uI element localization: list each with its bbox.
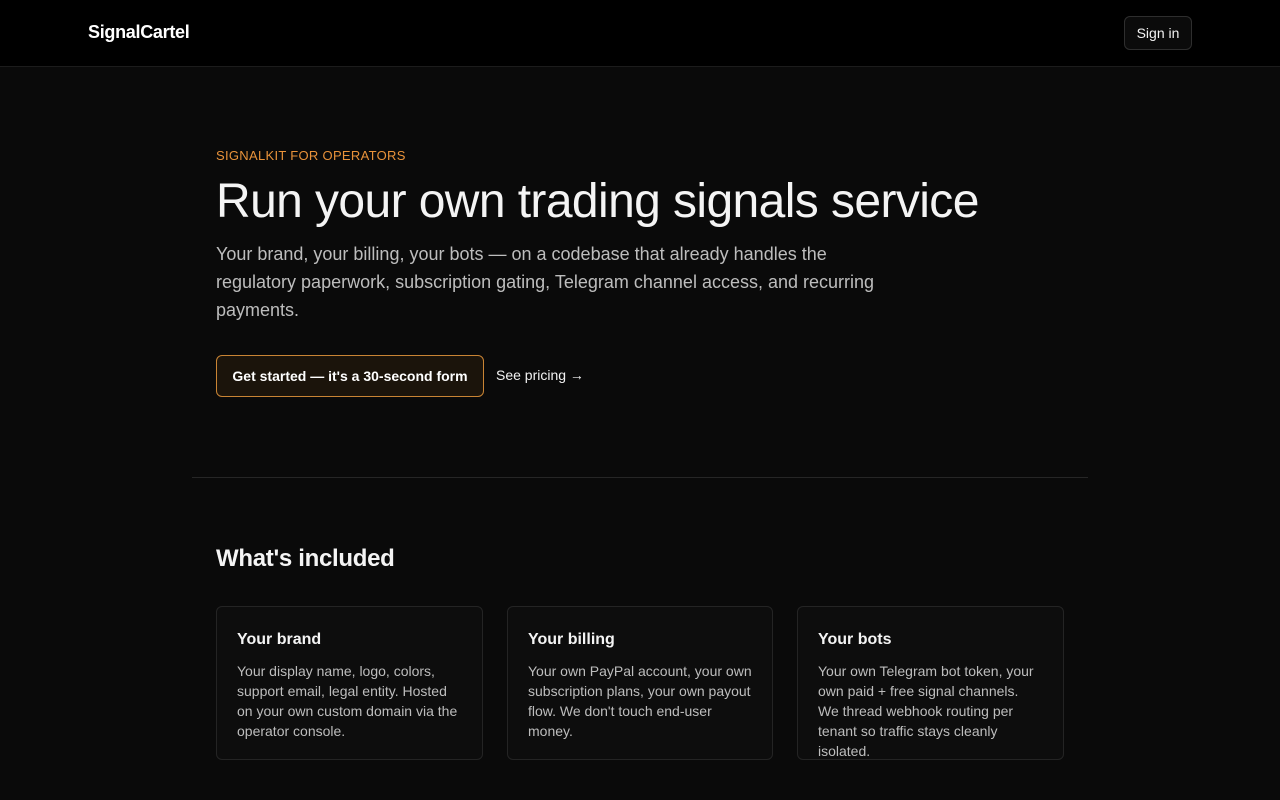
feature-card-title: Your billing	[528, 631, 615, 648]
hero-subtitle: Your brand, your billing, your bots — on…	[216, 244, 875, 320]
feature-card-title: Your bots	[818, 631, 892, 648]
top-navigation-bar: SignalCartel Sign in	[0, 0, 1280, 67]
section-divider	[192, 477, 1088, 478]
feature-card-billing: Your billing Your own PayPal account, yo…	[507, 606, 773, 760]
feature-card-brand: Your brand Your display name, logo, colo…	[216, 606, 483, 760]
feature-card-body: Your display name, logo, colors, support…	[237, 663, 458, 739]
feature-card-title: Your brand	[237, 631, 322, 648]
hero-title: Run your own trading signals service	[216, 175, 979, 228]
hero-eyebrow: SIGNALKIT FOR OPERATORS	[216, 148, 406, 163]
brand-logo[interactable]: SignalCartel	[88, 22, 190, 43]
get-started-button[interactable]: Get started — it's a 30-second form	[216, 355, 484, 397]
feature-card-body: Your own PayPal account, your own subscr…	[528, 663, 752, 739]
sign-in-button[interactable]: Sign in	[1124, 16, 1192, 50]
feature-card-body: Your own Telegram bot token, your own pa…	[818, 663, 1034, 759]
section-title: What's included	[216, 545, 395, 572]
see-pricing-link[interactable]: See pricing →	[496, 367, 584, 383]
feature-card-bots: Your bots Your own Telegram bot token, y…	[797, 606, 1064, 760]
